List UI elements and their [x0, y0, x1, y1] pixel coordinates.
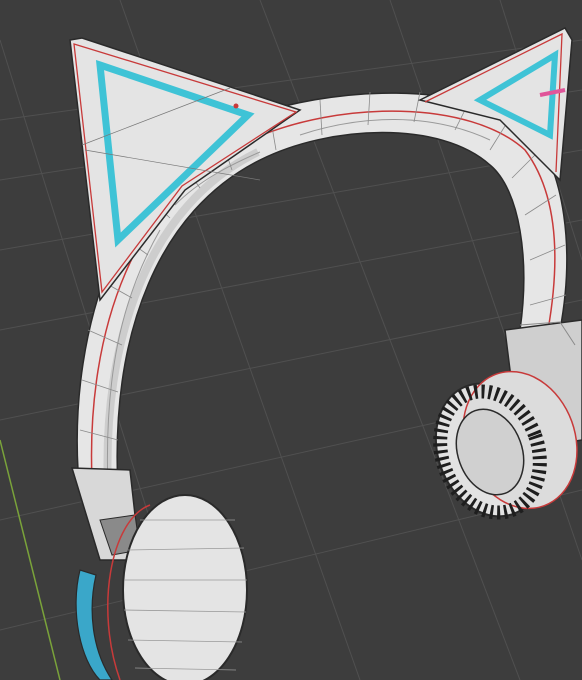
viewport-canvas[interactable]	[0, 0, 582, 680]
left-cat-ear[interactable]	[69, 37, 302, 302]
3d-viewport[interactable]	[0, 0, 582, 680]
left-cushion	[75, 569, 113, 680]
y-axis-line	[0, 439, 61, 680]
right-earcup[interactable]	[418, 319, 582, 532]
left-earcup[interactable]	[70, 467, 248, 680]
